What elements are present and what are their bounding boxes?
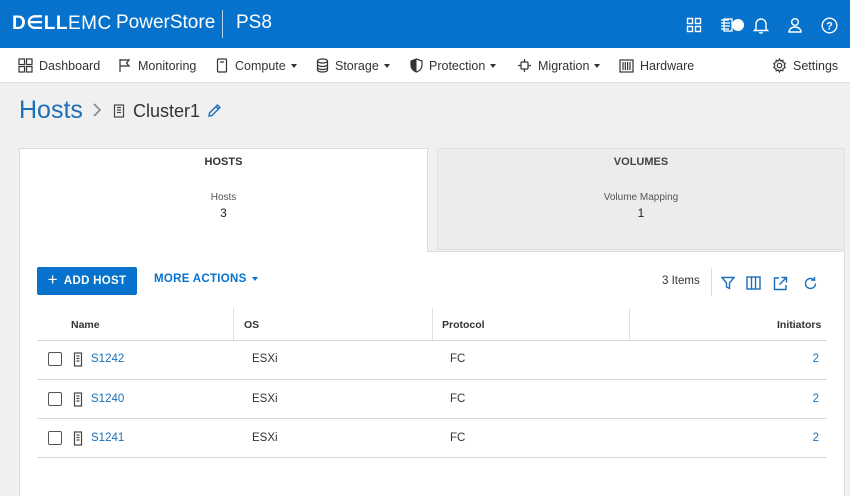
- host-os: ESXi: [252, 432, 278, 444]
- system-name: PS8: [236, 12, 272, 33]
- chevron-down-icon: [251, 277, 258, 281]
- add-host-button[interactable]: + ADD HOST: [37, 267, 137, 295]
- shield-icon: [410, 58, 423, 73]
- database-icon: [316, 58, 329, 73]
- jobs-icon[interactable]: [720, 16, 746, 34]
- main-nav: Dashboard Monitoring Compute Storage Pro…: [0, 48, 850, 83]
- host-icon: [73, 431, 83, 451]
- host-os: ESXi: [252, 393, 278, 405]
- row-checkbox[interactable]: [48, 392, 62, 406]
- more-actions-dropdown[interactable]: MORE ACTIONS: [154, 273, 258, 285]
- nav-hardware-label: Hardware: [640, 58, 695, 73]
- tab-hosts-label: Hosts: [210, 192, 237, 203]
- host-protocol: FC: [450, 393, 466, 405]
- nav-dashboard[interactable]: Dashboard: [18, 48, 100, 83]
- more-actions-label: MORE ACTIONS: [154, 273, 247, 285]
- nav-dashboard-label: Dashboard: [39, 58, 101, 73]
- nav-hardware[interactable]: Hardware: [619, 48, 694, 83]
- svg-text:?: ?: [826, 20, 833, 32]
- cluster-icon: [113, 104, 125, 123]
- row-checkbox[interactable]: [48, 431, 62, 445]
- tab-volumes[interactable]: VOLUMES Volume Mapping 1: [437, 148, 845, 250]
- page-title: Cluster1: [133, 101, 201, 121]
- row-divider: [37, 457, 827, 458]
- hardware-icon: [619, 58, 634, 73]
- nav-monitoring[interactable]: Monitoring: [118, 48, 196, 83]
- nav-settings-label: Settings: [793, 58, 839, 73]
- column-header-os[interactable]: OS: [244, 319, 259, 331]
- column-divider[interactable]: [432, 308, 433, 340]
- nav-settings[interactable]: Settings: [772, 48, 838, 83]
- nav-compute-label: Compute: [235, 58, 286, 73]
- title-divider: [222, 10, 223, 38]
- chevron-down-icon: [490, 63, 497, 68]
- dell-emc-logo[interactable]: D∈LLEMC: [12, 12, 112, 35]
- export-icon[interactable]: [772, 275, 788, 291]
- host-name-link[interactable]: S1240: [91, 393, 124, 405]
- host-icon: [73, 392, 83, 412]
- migration-icon: [518, 59, 531, 72]
- product-name: PowerStore: [116, 12, 216, 33]
- row-checkbox[interactable]: [48, 352, 62, 366]
- host-initiators-link[interactable]: 2: [813, 393, 819, 405]
- chevron-down-icon: [594, 63, 601, 68]
- tab-hosts-title: HOSTS: [204, 156, 243, 168]
- nav-storage[interactable]: Storage: [316, 48, 390, 83]
- table-row: S1242 ESXi FC 2: [37, 340, 827, 379]
- tab-hosts[interactable]: HOSTS Hosts 3: [19, 148, 428, 252]
- toolbar-divider: [711, 268, 712, 296]
- nav-protection-label: Protection: [429, 58, 486, 73]
- tab-volumes-count: 1: [637, 206, 645, 220]
- column-divider[interactable]: [233, 308, 234, 340]
- nav-protection[interactable]: Protection: [410, 48, 497, 83]
- tab-volumes-label: Volume Mapping: [603, 192, 679, 203]
- columns-icon[interactable]: [745, 275, 761, 291]
- gear-icon: [772, 58, 787, 73]
- user-icon[interactable]: [786, 16, 804, 34]
- host-initiators-link[interactable]: 2: [813, 432, 819, 444]
- nav-migration[interactable]: Migration: [517, 48, 601, 83]
- nav-monitoring-label: Monitoring: [138, 58, 197, 73]
- chevron-down-icon: [383, 63, 390, 68]
- bell-icon[interactable]: [752, 16, 770, 34]
- grid-icon[interactable]: [685, 16, 703, 34]
- host-name-link[interactable]: S1242: [91, 353, 124, 365]
- table-row: S1240 ESXi FC 2: [37, 380, 827, 419]
- chevron-right-icon: [92, 102, 102, 123]
- column-header-initiators[interactable]: Initiators: [777, 319, 821, 331]
- compute-icon: [216, 58, 228, 73]
- chevron-down-icon: [290, 63, 297, 68]
- column-header-name[interactable]: Name: [71, 319, 100, 331]
- add-host-label: ADD HOST: [63, 275, 127, 287]
- table-row: S1241 ESXi FC 2: [37, 419, 827, 458]
- host-icon: [73, 352, 83, 372]
- filter-icon[interactable]: [720, 275, 736, 291]
- top-bar: D∈LLEMC PowerStore PS8 ?: [0, 0, 850, 48]
- nav-migration-label: Migration: [538, 58, 590, 73]
- host-os: ESXi: [252, 353, 278, 365]
- refresh-icon[interactable]: [802, 275, 818, 291]
- tab-hosts-count: 3: [220, 206, 227, 220]
- dashboard-icon: [18, 58, 33, 73]
- items-count: 3 Items: [662, 275, 700, 287]
- pencil-icon[interactable]: [207, 103, 222, 123]
- host-name-link[interactable]: S1241: [91, 432, 124, 444]
- column-divider[interactable]: [629, 308, 630, 340]
- nav-compute[interactable]: Compute: [216, 48, 297, 83]
- nav-storage-label: Storage: [335, 58, 379, 73]
- column-header-protocol[interactable]: Protocol: [442, 319, 485, 331]
- breadcrumb-hosts-link[interactable]: Hosts: [19, 96, 83, 125]
- flag-icon: [119, 59, 131, 72]
- host-protocol: FC: [450, 353, 466, 365]
- host-protocol: FC: [450, 432, 466, 444]
- host-initiators-link[interactable]: 2: [813, 353, 819, 365]
- plus-icon: +: [47, 270, 58, 289]
- tab-volumes-title: VOLUMES: [613, 156, 669, 168]
- help-icon[interactable]: ?: [820, 16, 838, 34]
